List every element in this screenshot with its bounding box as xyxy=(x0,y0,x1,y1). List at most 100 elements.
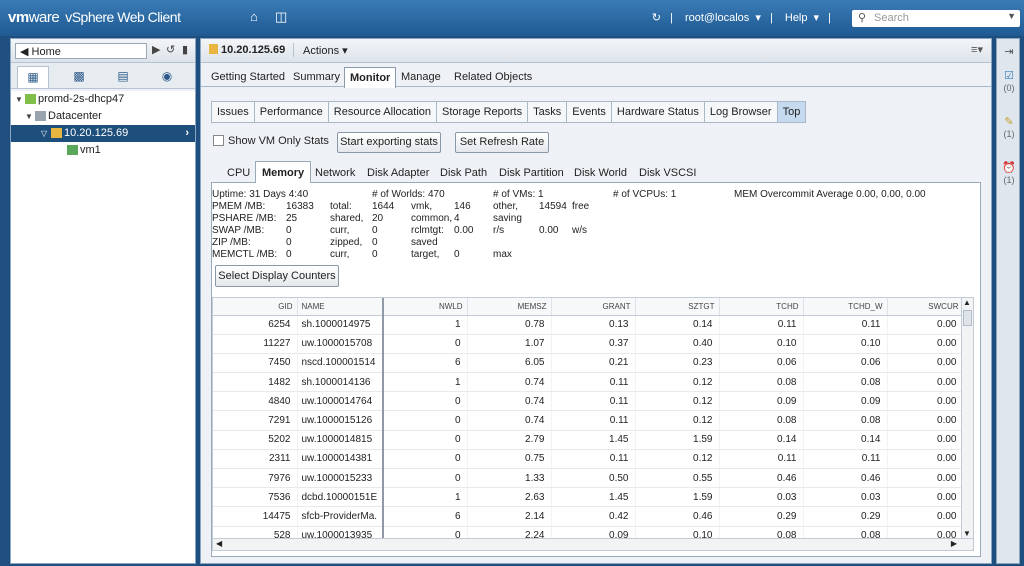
table-row[interactable]: 2311 uw.1000014381 0 0.75 0.11 0.12 0.11 0.11 0.… xyxy=(213,449,964,470)
tab-cpu[interactable]: CPU xyxy=(227,167,250,179)
recent-items-icon[interactable]: ◫ xyxy=(275,9,287,25)
table-cell: 11227 xyxy=(213,334,298,354)
search-input[interactable]: ⚲ Search ▼ xyxy=(852,10,1020,27)
tab-summary[interactable]: Summary xyxy=(293,71,340,83)
subtab-hardware-status[interactable]: Hardware Status xyxy=(612,102,705,122)
vertical-scrollbar[interactable]: ▲ ▼ xyxy=(961,298,973,550)
table-row[interactable]: 7450 nscd.100001514 6 6.05 0.21 0.23 0.06 0.06 0… xyxy=(213,353,964,374)
tasks-icon[interactable]: ☑ xyxy=(1000,69,1018,82)
horizontal-scrollbar[interactable]: ◀ ▶ xyxy=(213,538,973,550)
panel-menu-icon[interactable]: ≡▾ xyxy=(971,43,983,56)
table-row[interactable]: 7976 uw.1000015233 0 1.33 0.50 0.55 0.46 0.46 0.… xyxy=(213,468,964,489)
alarms-count: (1) xyxy=(1003,175,1015,185)
tab-related-objects[interactable]: Related Objects xyxy=(454,71,532,83)
tab-disk-vscsi[interactable]: Disk VSCSI xyxy=(639,167,696,179)
table-row[interactable]: 11227 uw.1000015708 0 1.07 0.37 0.40 0.10 0.10 0… xyxy=(213,334,964,354)
table-cell: 6 xyxy=(383,506,468,527)
refresh-icon[interactable]: ↻ xyxy=(652,12,661,24)
subtab-issues[interactable]: Issues xyxy=(212,102,255,122)
column-header-sztgt[interactable]: SZTGT xyxy=(635,298,720,316)
hosts-clusters-tab[interactable]: ▦ xyxy=(17,66,49,88)
set-refresh-rate-button[interactable]: Set Refresh Rate xyxy=(455,132,549,153)
storage-tab[interactable]: ▤ xyxy=(107,66,139,88)
stat-cell: 14594 xyxy=(539,201,567,212)
column-header-nwld[interactable]: NWLD xyxy=(383,298,468,316)
tree-item-vm1[interactable]: vm1 xyxy=(11,142,195,159)
vms-templates-tab[interactable]: ▩ xyxy=(63,66,95,88)
tab-disk-partition[interactable]: Disk Partition xyxy=(499,167,564,179)
chevron-down-icon[interactable]: ▼ xyxy=(1007,11,1016,21)
table-row[interactable]: 5202 uw.1000014815 0 2.79 1.45 1.59 0.14 0.14 0.… xyxy=(213,430,964,450)
column-header-name[interactable]: NAME xyxy=(297,298,384,316)
stat-cell: 0.00 xyxy=(454,225,474,236)
subtab-top[interactable]: Top xyxy=(777,102,806,122)
table-cell: 0.11 xyxy=(719,315,804,335)
table-cell: sh.1000014136 xyxy=(297,372,384,393)
column-header-tchd[interactable]: TCHD xyxy=(719,298,804,316)
table-cell: 0.46 xyxy=(635,506,720,527)
networking-tab[interactable]: ◉ xyxy=(151,66,183,88)
tab-getting-started[interactable]: Getting Started xyxy=(211,71,285,83)
table-row[interactable]: 14475 sfcb-ProviderMa. 6 2.14 0.42 0.46 0.29 0.… xyxy=(213,506,964,527)
table-cell: 2.79 xyxy=(467,430,552,450)
stat-cell: 0 xyxy=(372,237,378,248)
table-cell: 0.55 xyxy=(635,468,720,489)
tab-monitor[interactable]: Monitor xyxy=(344,67,397,88)
home-icon[interactable]: ⌂ xyxy=(250,9,258,24)
tab-network[interactable]: Network xyxy=(315,167,355,179)
scroll-right-icon[interactable]: ▶ xyxy=(951,539,957,548)
column-header-swcur[interactable]: SWCUR xyxy=(887,298,964,316)
tab-disk-path[interactable]: Disk Path xyxy=(440,167,487,179)
history-icon[interactable]: ↺ xyxy=(166,43,175,56)
subtab-tasks[interactable]: Tasks xyxy=(528,102,568,122)
scroll-thumb[interactable] xyxy=(963,310,972,326)
actions-menu[interactable]: Actions ▾ xyxy=(303,44,348,57)
tab-disk-world[interactable]: Disk World xyxy=(574,167,627,179)
column-header-memsz[interactable]: MEMSZ xyxy=(467,298,552,316)
table-cell: uw.1000014764 xyxy=(297,391,384,412)
table-row[interactable]: 7291 uw.1000015126 0 0.74 0.11 0.12 0.08 0.08 0.… xyxy=(213,410,964,431)
forward-icon[interactable]: ▶ xyxy=(152,43,160,56)
tab-manage[interactable]: Manage xyxy=(401,71,441,83)
alarms-icon[interactable]: ⏰ xyxy=(1000,161,1018,174)
subtab-events[interactable]: Events xyxy=(567,102,612,122)
table-row[interactable]: 6254 sh.1000014975 1 0.78 0.13 0.14 0.11 0.11 0.… xyxy=(213,315,964,335)
show-vm-only-checkbox[interactable]: Show VM Only Stats xyxy=(213,135,329,147)
table-cell: 0.21 xyxy=(551,353,636,374)
tab-disk-adapter[interactable]: Disk Adapter xyxy=(367,167,429,179)
tree-item-host[interactable]: ▽ 10.20.125.69 › xyxy=(11,125,195,142)
help-menu[interactable]: Help ▾ xyxy=(782,12,819,24)
table-cell: 0.03 xyxy=(719,487,804,508)
subtab-storage-reports[interactable]: Storage Reports xyxy=(437,102,529,122)
user-menu[interactable]: root@localos ▾ xyxy=(682,12,761,24)
subtab-resource-allocation[interactable]: Resource Allocation xyxy=(329,102,438,122)
tree-item-datacenter[interactable]: ▼ Datacenter xyxy=(11,108,195,125)
table-row[interactable]: 1482 sh.1000014136 1 0.74 0.11 0.12 0.08 0.08 0.… xyxy=(213,372,964,393)
subtab-log-browser[interactable]: Log Browser xyxy=(705,102,778,122)
pin-icon[interactable]: ▮ xyxy=(182,43,188,56)
table-row[interactable]: 4840 uw.1000014764 0 0.74 0.11 0.12 0.09 0.09 0.… xyxy=(213,391,964,412)
table-cell: 7536 xyxy=(213,487,298,508)
table-row[interactable]: 7536 dcbd.10000151E 1 2.63 1.45 1.59 0.03 0.03 0… xyxy=(213,487,964,508)
host-icon xyxy=(209,44,218,54)
scroll-left-icon[interactable]: ◀ xyxy=(216,539,222,548)
stat-cell: curr, xyxy=(330,249,350,260)
column-header-grant[interactable]: GRANT xyxy=(551,298,636,316)
table-cell: 0 xyxy=(383,449,468,470)
home-button[interactable]: ◀ Home xyxy=(15,43,147,59)
subtab-performance[interactable]: Performance xyxy=(255,102,329,122)
column-header-gid[interactable]: GID xyxy=(213,298,298,316)
tab-memory[interactable]: Memory xyxy=(255,161,312,184)
table-cell: 0.00 xyxy=(887,315,964,335)
start-exporting-button[interactable]: Start exporting stats xyxy=(337,132,441,153)
column-header-tchd_w[interactable]: TCHD_W xyxy=(803,298,888,316)
pin-icon[interactable]: ⇥ xyxy=(1000,45,1018,58)
stat-cell: MEMCTL /MB: xyxy=(212,249,278,260)
select-display-counters-button[interactable]: Select Display Counters xyxy=(215,265,339,287)
scroll-down-icon[interactable]: ▼ xyxy=(963,529,971,538)
table-cell: 0.00 xyxy=(887,353,964,374)
table-cell: sh.1000014975 xyxy=(297,315,384,335)
tree-item-vcenter[interactable]: ▼ promd-2s-dhcp47 xyxy=(11,91,195,108)
work-in-progress-icon[interactable]: ✎ xyxy=(1000,115,1018,128)
scroll-up-icon[interactable]: ▲ xyxy=(963,298,971,307)
